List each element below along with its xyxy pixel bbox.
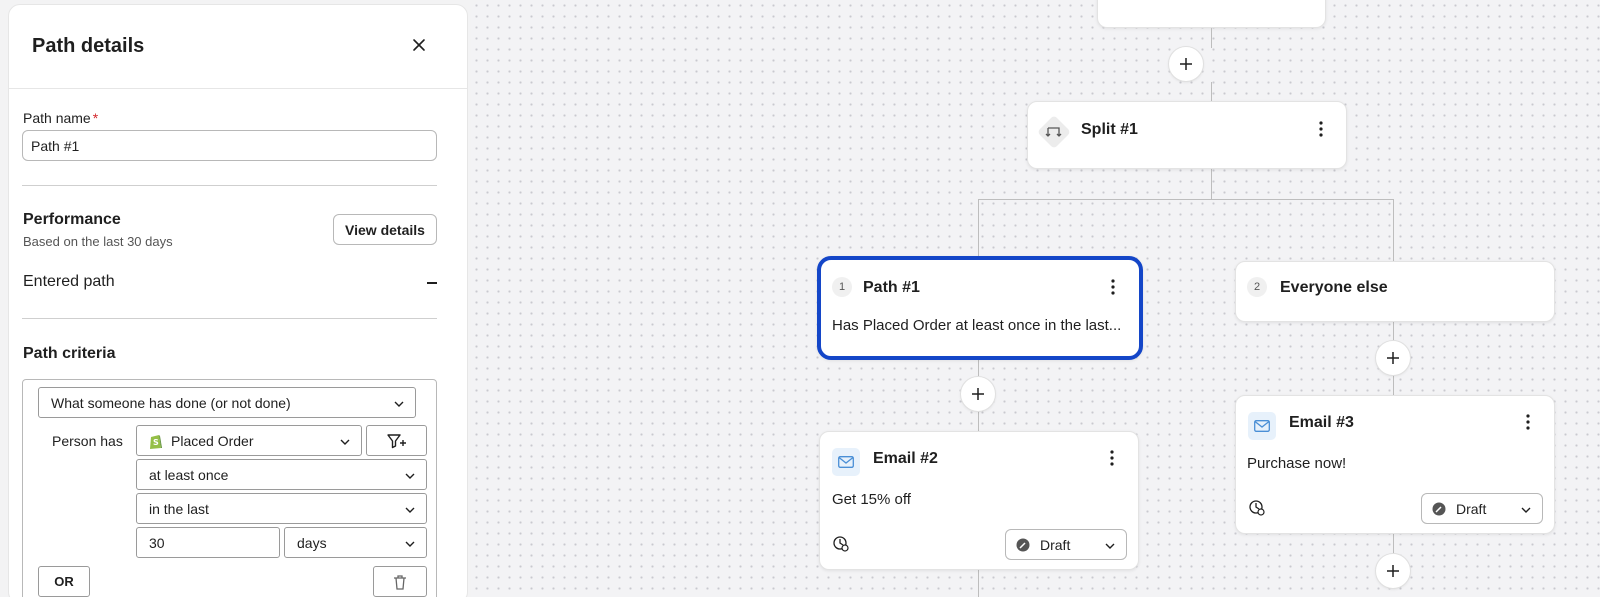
add-step-button[interactable] bbox=[1168, 46, 1204, 82]
status-value: Draft bbox=[1040, 536, 1071, 553]
timeframe-select[interactable]: in the last bbox=[136, 493, 427, 524]
amount-input[interactable]: 30 bbox=[136, 527, 280, 558]
connector-line bbox=[978, 411, 979, 431]
svg-text:S: S bbox=[153, 438, 159, 447]
plus-icon bbox=[1387, 565, 1399, 577]
draft-icon bbox=[1016, 538, 1030, 552]
plus-icon bbox=[1387, 352, 1399, 364]
connector-line bbox=[978, 360, 979, 376]
plus-icon bbox=[972, 388, 984, 400]
chevron-down-icon bbox=[394, 401, 404, 407]
add-step-button[interactable] bbox=[1375, 553, 1411, 589]
chevron-down-icon bbox=[1521, 507, 1531, 513]
amount-value: 30 bbox=[149, 534, 165, 551]
shopify-icon: S bbox=[150, 435, 162, 449]
close-icon[interactable] bbox=[411, 37, 427, 53]
connector-line bbox=[978, 199, 1394, 200]
connector-line bbox=[978, 199, 979, 256]
unit-select[interactable]: days bbox=[284, 527, 427, 558]
or-button[interactable]: OR bbox=[38, 566, 90, 597]
path-2-title: Everyone else bbox=[1280, 279, 1388, 296]
status-value: Draft bbox=[1456, 500, 1487, 517]
chevron-down-icon bbox=[1105, 543, 1115, 549]
draft-icon bbox=[1432, 502, 1446, 516]
path-1-description: Has Placed Order at least once in the la… bbox=[832, 317, 1122, 334]
trash-icon bbox=[394, 574, 406, 590]
connector-line bbox=[1211, 28, 1212, 48]
add-step-button[interactable] bbox=[1375, 340, 1411, 376]
delete-condition-button[interactable] bbox=[373, 566, 427, 597]
path-number-badge: 2 bbox=[1247, 277, 1267, 297]
plus-icon bbox=[1180, 58, 1192, 70]
email-2-card[interactable]: Email #2 Get 15% off Draft bbox=[819, 431, 1139, 570]
criteria-title: Path criteria bbox=[23, 345, 116, 362]
status-dropdown[interactable]: Draft bbox=[1005, 529, 1127, 560]
frequency-value: at least once bbox=[149, 466, 229, 483]
path-name-label-text: Path name bbox=[23, 110, 91, 126]
email-icon bbox=[1248, 412, 1276, 440]
collapse-icon[interactable] bbox=[427, 282, 437, 284]
path-number-badge: 1 bbox=[832, 277, 852, 297]
chevron-down-icon bbox=[405, 507, 415, 513]
divider bbox=[22, 318, 437, 319]
panel-header: Path details bbox=[9, 5, 467, 89]
more-options-icon[interactable] bbox=[1110, 450, 1114, 466]
email-icon bbox=[832, 448, 860, 476]
unit-value: days bbox=[297, 534, 327, 551]
frequency-select[interactable]: at least once bbox=[136, 459, 427, 490]
split-title: Split #1 bbox=[1081, 121, 1138, 138]
metric-select[interactable]: S Placed Order bbox=[136, 425, 362, 456]
email-3-card[interactable]: Email #3 Purchase now! Draft bbox=[1235, 395, 1555, 534]
view-details-button[interactable]: View details bbox=[333, 214, 437, 245]
performance-title: Performance bbox=[23, 211, 121, 228]
metric-value: Placed Order bbox=[171, 432, 254, 449]
connector-line bbox=[1211, 82, 1212, 102]
status-dropdown[interactable]: Draft bbox=[1421, 493, 1543, 524]
path-name-input[interactable] bbox=[22, 130, 437, 161]
connector-line bbox=[1393, 375, 1394, 395]
previous-step-card[interactable] bbox=[1097, 0, 1326, 28]
path-2-card[interactable]: 2 Everyone else bbox=[1235, 261, 1555, 322]
connector-line bbox=[1393, 199, 1394, 261]
analytics-icon[interactable] bbox=[1249, 500, 1265, 516]
connector-line bbox=[1393, 322, 1394, 340]
connector-line bbox=[1393, 534, 1394, 554]
connector-line bbox=[1211, 169, 1212, 200]
condition-type-select[interactable]: What someone has done (or not done) bbox=[38, 387, 416, 418]
email-3-title: Email #3 bbox=[1289, 414, 1354, 431]
flow-canvas[interactable]: Split #1 1 Path #1 Has Placed Order at l… bbox=[471, 0, 1600, 597]
split-card[interactable]: Split #1 bbox=[1027, 101, 1347, 169]
add-filter-button[interactable] bbox=[366, 425, 427, 456]
filter-plus-icon bbox=[386, 433, 406, 448]
split-icon bbox=[1038, 116, 1070, 148]
email-2-title: Email #2 bbox=[873, 450, 938, 467]
person-has-label: Person has bbox=[52, 433, 123, 449]
path-1-title: Path #1 bbox=[863, 279, 920, 296]
more-options-icon[interactable] bbox=[1111, 279, 1115, 295]
timeframe-value: in the last bbox=[149, 500, 209, 517]
path-name-label: Path name * bbox=[23, 110, 98, 126]
required-mark: * bbox=[92, 110, 99, 126]
email-3-body: Purchase now! bbox=[1247, 455, 1347, 472]
performance-subtitle: Based on the last 30 days bbox=[23, 234, 173, 249]
chevron-down-icon bbox=[405, 541, 415, 547]
add-step-button[interactable] bbox=[960, 376, 996, 412]
panel-title: Path details bbox=[32, 35, 145, 57]
more-options-icon[interactable] bbox=[1319, 121, 1323, 137]
chevron-down-icon bbox=[405, 473, 415, 479]
path-1-card[interactable]: 1 Path #1 Has Placed Order at least once… bbox=[817, 256, 1143, 360]
entered-path-label: Entered path bbox=[23, 273, 115, 290]
chevron-down-icon bbox=[340, 439, 350, 445]
connector-line bbox=[978, 570, 979, 597]
analytics-icon[interactable] bbox=[833, 536, 849, 552]
email-2-body: Get 15% off bbox=[832, 491, 911, 508]
condition-type-value: What someone has done (or not done) bbox=[51, 394, 291, 411]
divider bbox=[22, 185, 437, 186]
more-options-icon[interactable] bbox=[1526, 414, 1530, 430]
